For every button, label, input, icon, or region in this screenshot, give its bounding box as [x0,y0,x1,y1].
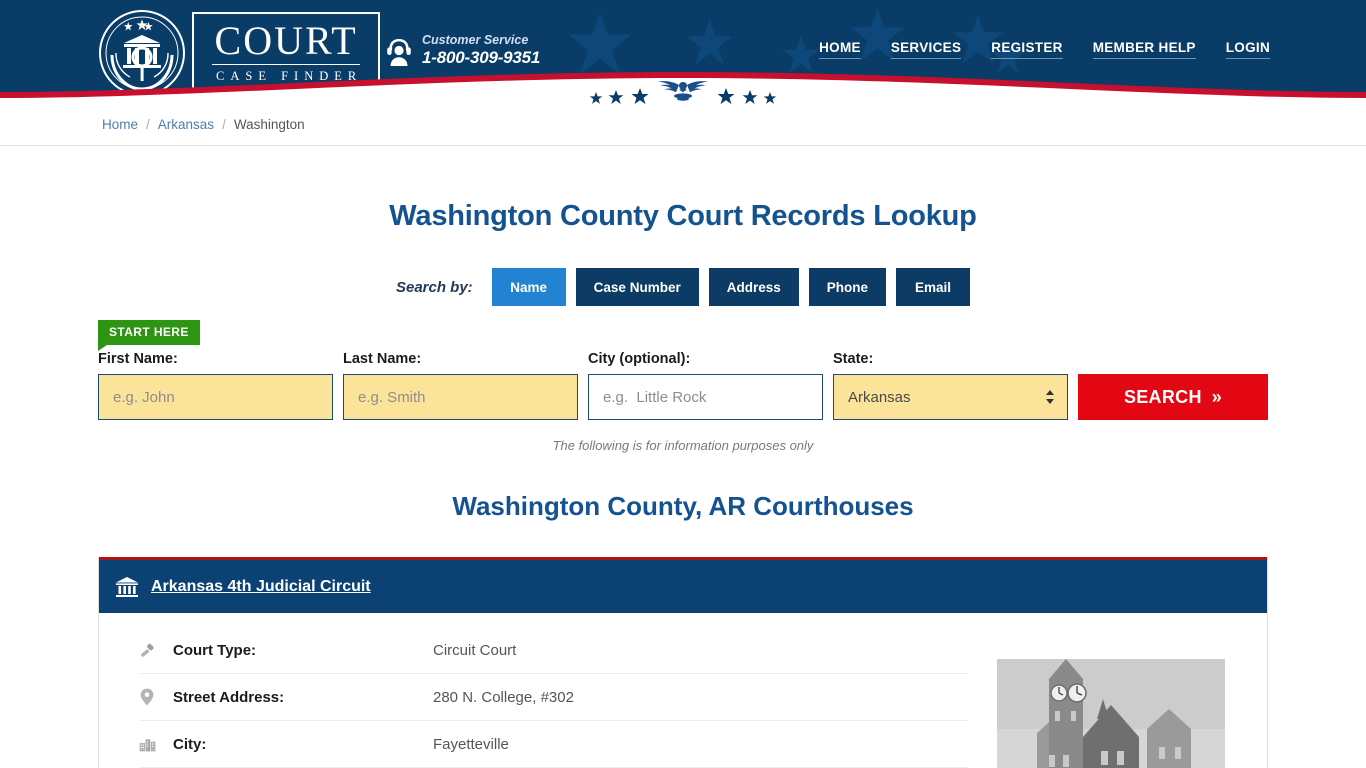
city-input[interactable] [588,374,823,420]
breadcrumb-bar: Home / Arkansas / Washington [0,104,1366,146]
table-row: Court Type: Circuit Court [139,627,969,674]
search-form: START HERE First Name: Last Name: City (… [0,320,1366,453]
detail-key: Court Type: [173,641,257,659]
page-title: Washington County Court Records Lookup [389,200,977,232]
detail-key: Street Address: [173,688,285,706]
headset-support-icon [387,38,411,66]
courthouse-photo-column [969,627,1225,768]
tab-phone[interactable]: Phone [808,268,887,306]
logo-title: COURT [214,17,358,63]
courthouse-detail-rows: Court Type: Circuit Court Street Address… [99,627,969,768]
state-label: State: [833,351,874,367]
search-button[interactable]: SEARCH » [1078,374,1268,420]
start-here-badge: START HERE [98,320,200,351]
table-row: City: Fayetteville [139,721,969,768]
nav-item-login[interactable]: LOGIN [1225,40,1270,59]
state-select-wrapper: Arkansas [833,374,1068,420]
detail-key: City: [173,735,207,753]
tab-case-number[interactable]: Case Number [575,268,699,306]
main-navigation: HOME SERVICES REGISTER MEMBER HELP LOGIN [819,40,1270,59]
first-name-label: First Name: [98,351,178,367]
detail-value: 280 N. College, #302 [433,688,574,706]
courthouse-photo [997,659,1225,768]
tab-name[interactable]: Name [491,268,566,306]
tab-address[interactable]: Address [708,268,799,306]
first-name-input[interactable] [98,374,333,420]
logo-divider [212,63,361,65]
header-wave-decoration [0,72,1366,104]
breadcrumb-arkansas[interactable]: Arkansas [158,117,214,132]
breadcrumb-separator: / [222,117,226,132]
courthouse-card-header: Arkansas 4th Judicial Circuit [99,557,1267,613]
search-fields-row: First Name: Last Name: City (optional): … [98,351,1268,420]
tab-email[interactable]: Email [896,268,971,306]
site-header: COURT CASE FINDER Customer Service 1-800… [0,0,1366,104]
nav-item-home[interactable]: HOME [819,40,861,59]
search-button-label: SEARCH [1123,386,1202,407]
courthouse-card-body: Court Type: Circuit Court Street Address… [99,613,1267,768]
detail-value: Fayetteville [433,735,509,753]
breadcrumb-current: Washington [233,117,305,132]
table-row: Street Address: 280 N. College, #302 [139,674,969,721]
customer-service-phone[interactable]: 1-800-309-9351 [422,48,540,68]
first-name-field-group: First Name: [98,351,333,420]
breadcrumb: Home / Arkansas / Washington [102,117,305,132]
double-chevron-icon: » [1211,386,1223,407]
state-field-group: State: Arkansas [833,351,1068,420]
courthouse-bank-icon [116,576,138,597]
city-label: City (optional): [588,351,691,367]
detail-value: Circuit Court [433,641,517,659]
search-by-label: Search by: [395,278,473,296]
customer-service-block: Customer Service 1-800-309-9351 [385,33,540,68]
section-title: Washington County, AR Courthouses [452,491,914,521]
nav-item-member-help[interactable]: MEMBER HELP [1092,40,1196,59]
map-pin-icon [139,688,173,706]
courthouse-card: Arkansas 4th Judicial Circuit Court Type… [98,557,1268,768]
breadcrumb-separator: / [146,117,150,132]
nav-item-register[interactable]: REGISTER [991,40,1063,59]
nav-item-services[interactable]: SERVICES [890,40,962,59]
state-select[interactable]: Arkansas [833,374,1068,420]
city-field-group: City (optional): [588,351,823,420]
customer-service-label: Customer Service [422,33,529,47]
courthouse-name-link[interactable]: Arkansas 4th Judicial Circuit [151,578,371,596]
last-name-label: Last Name: [343,351,422,367]
city-buildings-icon [139,736,173,752]
search-by-tabs: Search by: Name Case Number Address Phon… [0,268,1366,306]
breadcrumb-home[interactable]: Home [102,117,138,132]
gavel-icon [139,642,173,659]
info-note: The following is for information purpose… [552,438,814,453]
last-name-input[interactable] [343,374,578,420]
last-name-field-group: Last Name: [343,351,578,420]
